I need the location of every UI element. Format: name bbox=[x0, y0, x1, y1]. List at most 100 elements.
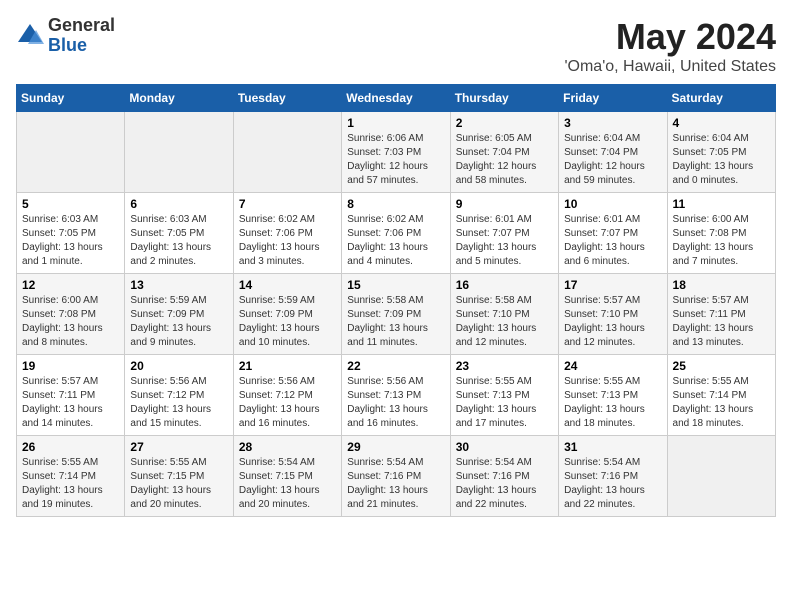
header-sunday: Sunday bbox=[17, 85, 125, 112]
day-info: Sunrise: 6:06 AMSunset: 7:03 PMDaylight:… bbox=[347, 132, 444, 188]
day-number: 17 bbox=[564, 278, 661, 292]
calendar-cell: 18 Sunrise: 5:57 AMSunset: 7:11 PMDayligh… bbox=[667, 274, 775, 355]
calendar-cell: 6 Sunrise: 6:03 AMSunset: 7:05 PMDaylight… bbox=[125, 193, 233, 274]
day-number: 27 bbox=[130, 440, 227, 454]
day-info: Sunrise: 6:02 AMSunset: 7:06 PMDaylight:… bbox=[239, 213, 336, 269]
logo: General Blue bbox=[16, 16, 115, 56]
day-info: Sunrise: 5:57 AMSunset: 7:11 PMDaylight:… bbox=[673, 294, 770, 350]
calendar-cell: 8 Sunrise: 6:02 AMSunset: 7:06 PMDaylight… bbox=[342, 193, 450, 274]
calendar-cell: 14Sunrise: 5:59 AMSunset: 7:09 PMDayligh… bbox=[233, 274, 341, 355]
day-number: 25 bbox=[673, 359, 770, 373]
day-number: 10 bbox=[564, 197, 661, 211]
day-info: Sunrise: 5:54 AMSunset: 7:16 PMDaylight:… bbox=[347, 456, 444, 512]
calendar-body: 1 Sunrise: 6:06 AMSunset: 7:03 PMDaylight… bbox=[17, 112, 776, 517]
day-info: Sunrise: 5:56 AMSunset: 7:12 PMDaylight:… bbox=[239, 375, 336, 431]
day-info: Sunrise: 5:55 AMSunset: 7:13 PMDaylight:… bbox=[564, 375, 661, 431]
calendar-cell bbox=[233, 112, 341, 193]
day-info: Sunrise: 6:02 AMSunset: 7:06 PMDaylight:… bbox=[347, 213, 444, 269]
day-number: 19 bbox=[22, 359, 119, 373]
day-info: Sunrise: 5:56 AMSunset: 7:12 PMDaylight:… bbox=[130, 375, 227, 431]
calendar-cell: 10 Sunrise: 6:01 AMSunset: 7:07 PMDayligh… bbox=[559, 193, 667, 274]
calendar-cell: 1 Sunrise: 6:06 AMSunset: 7:03 PMDaylight… bbox=[342, 112, 450, 193]
day-number: 6 bbox=[130, 197, 227, 211]
calendar-cell: 16 Sunrise: 5:58 AMSunset: 7:10 PMDayligh… bbox=[450, 274, 558, 355]
calendar-cell: 26Sunrise: 5:55 AMSunset: 7:14 PMDayligh… bbox=[17, 436, 125, 517]
logo-icon bbox=[16, 22, 44, 50]
calendar-cell: 29 Sunrise: 5:54 AMSunset: 7:16 PMDayligh… bbox=[342, 436, 450, 517]
day-number: 8 bbox=[347, 197, 444, 211]
main-title: May 2024 bbox=[564, 16, 776, 58]
calendar-week-1: 1 Sunrise: 6:06 AMSunset: 7:03 PMDaylight… bbox=[17, 112, 776, 193]
day-info: Sunrise: 6:00 AMSunset: 7:08 PMDaylight:… bbox=[22, 294, 119, 350]
day-number: 7 bbox=[239, 197, 336, 211]
day-info: Sunrise: 6:01 AMSunset: 7:07 PMDaylight:… bbox=[564, 213, 661, 269]
day-number: 29 bbox=[347, 440, 444, 454]
calendar-table: SundayMondayTuesdayWednesdayThursdayFrid… bbox=[16, 84, 776, 517]
day-number: 12 bbox=[22, 278, 119, 292]
calendar-cell: 19Sunrise: 5:57 AMSunset: 7:11 PMDayligh… bbox=[17, 355, 125, 436]
day-number: 26 bbox=[22, 440, 119, 454]
day-number: 24 bbox=[564, 359, 661, 373]
day-info: Sunrise: 6:03 AMSunset: 7:05 PMDaylight:… bbox=[130, 213, 227, 269]
day-number: 22 bbox=[347, 359, 444, 373]
day-info: Sunrise: 5:58 AMSunset: 7:10 PMDaylight:… bbox=[456, 294, 553, 350]
day-number: 20 bbox=[130, 359, 227, 373]
day-info: Sunrise: 5:54 AMSunset: 7:16 PMDaylight:… bbox=[564, 456, 661, 512]
calendar-cell: 11 Sunrise: 6:00 AMSunset: 7:08 PMDayligh… bbox=[667, 193, 775, 274]
header-friday: Friday bbox=[559, 85, 667, 112]
calendar-cell bbox=[667, 436, 775, 517]
header-tuesday: Tuesday bbox=[233, 85, 341, 112]
day-number: 9 bbox=[456, 197, 553, 211]
calendar-cell: 23 Sunrise: 5:55 AMSunset: 7:13 PMDayligh… bbox=[450, 355, 558, 436]
day-info: Sunrise: 5:56 AMSunset: 7:13 PMDaylight:… bbox=[347, 375, 444, 431]
day-number: 11 bbox=[673, 197, 770, 211]
calendar-cell: 21 Sunrise: 5:56 AMSunset: 7:12 PMDayligh… bbox=[233, 355, 341, 436]
day-number: 3 bbox=[564, 116, 661, 130]
day-number: 5 bbox=[22, 197, 119, 211]
header-wednesday: Wednesday bbox=[342, 85, 450, 112]
logo-blue: Blue bbox=[48, 36, 115, 56]
day-info: Sunrise: 5:58 AMSunset: 7:09 PMDaylight:… bbox=[347, 294, 444, 350]
day-info: Sunrise: 5:54 AMSunset: 7:15 PMDaylight:… bbox=[239, 456, 336, 512]
calendar-cell: 15 Sunrise: 5:58 AMSunset: 7:09 PMDayligh… bbox=[342, 274, 450, 355]
day-info: Sunrise: 5:59 AMSunset: 7:09 PMDaylight:… bbox=[130, 294, 227, 350]
calendar-cell bbox=[17, 112, 125, 193]
header-monday: Monday bbox=[125, 85, 233, 112]
calendar-cell: 4 Sunrise: 6:04 AMSunset: 7:05 PMDaylight… bbox=[667, 112, 775, 193]
calendar-cell: 13Sunrise: 5:59 AMSunset: 7:09 PMDayligh… bbox=[125, 274, 233, 355]
day-number: 23 bbox=[456, 359, 553, 373]
calendar-cell: 20 Sunrise: 5:56 AMSunset: 7:12 PMDayligh… bbox=[125, 355, 233, 436]
calendar-cell: 27Sunrise: 5:55 AMSunset: 7:15 PMDayligh… bbox=[125, 436, 233, 517]
calendar-cell: 7 Sunrise: 6:02 AMSunset: 7:06 PMDaylight… bbox=[233, 193, 341, 274]
logo-general: General bbox=[48, 16, 115, 36]
calendar-header: SundayMondayTuesdayWednesdayThursdayFrid… bbox=[17, 85, 776, 112]
day-info: Sunrise: 6:04 AMSunset: 7:05 PMDaylight:… bbox=[673, 132, 770, 188]
day-number: 31 bbox=[564, 440, 661, 454]
day-number: 28 bbox=[239, 440, 336, 454]
day-number: 18 bbox=[673, 278, 770, 292]
calendar-cell: 28 Sunrise: 5:54 AMSunset: 7:15 PMDayligh… bbox=[233, 436, 341, 517]
day-number: 16 bbox=[456, 278, 553, 292]
day-info: Sunrise: 5:55 AMSunset: 7:14 PMDaylight:… bbox=[673, 375, 770, 431]
page-header: General Blue May 2024 'Oma'o, Hawaii, Un… bbox=[16, 16, 776, 76]
day-info: Sunrise: 5:54 AMSunset: 7:16 PMDaylight:… bbox=[456, 456, 553, 512]
subtitle: 'Oma'o, Hawaii, United States bbox=[564, 58, 776, 76]
header-thursday: Thursday bbox=[450, 85, 558, 112]
day-info: Sunrise: 5:55 AMSunset: 7:13 PMDaylight:… bbox=[456, 375, 553, 431]
day-number: 15 bbox=[347, 278, 444, 292]
logo-text: General Blue bbox=[48, 16, 115, 56]
day-number: 21 bbox=[239, 359, 336, 373]
title-block: May 2024 'Oma'o, Hawaii, United States bbox=[564, 16, 776, 76]
day-info: Sunrise: 5:59 AMSunset: 7:09 PMDaylight:… bbox=[239, 294, 336, 350]
day-number: 2 bbox=[456, 116, 553, 130]
day-info: Sunrise: 6:04 AMSunset: 7:04 PMDaylight:… bbox=[564, 132, 661, 188]
calendar-week-3: 12 Sunrise: 6:00 AMSunset: 7:08 PMDayligh… bbox=[17, 274, 776, 355]
calendar-cell: 22 Sunrise: 5:56 AMSunset: 7:13 PMDayligh… bbox=[342, 355, 450, 436]
calendar-cell: 5Sunrise: 6:03 AMSunset: 7:05 PMDaylight… bbox=[17, 193, 125, 274]
day-info: Sunrise: 6:00 AMSunset: 7:08 PMDaylight:… bbox=[673, 213, 770, 269]
day-number: 4 bbox=[673, 116, 770, 130]
day-number: 1 bbox=[347, 116, 444, 130]
calendar-cell: 31 Sunrise: 5:54 AMSunset: 7:16 PMDayligh… bbox=[559, 436, 667, 517]
calendar-cell: 17Sunrise: 5:57 AMSunset: 7:10 PMDayligh… bbox=[559, 274, 667, 355]
header-saturday: Saturday bbox=[667, 85, 775, 112]
